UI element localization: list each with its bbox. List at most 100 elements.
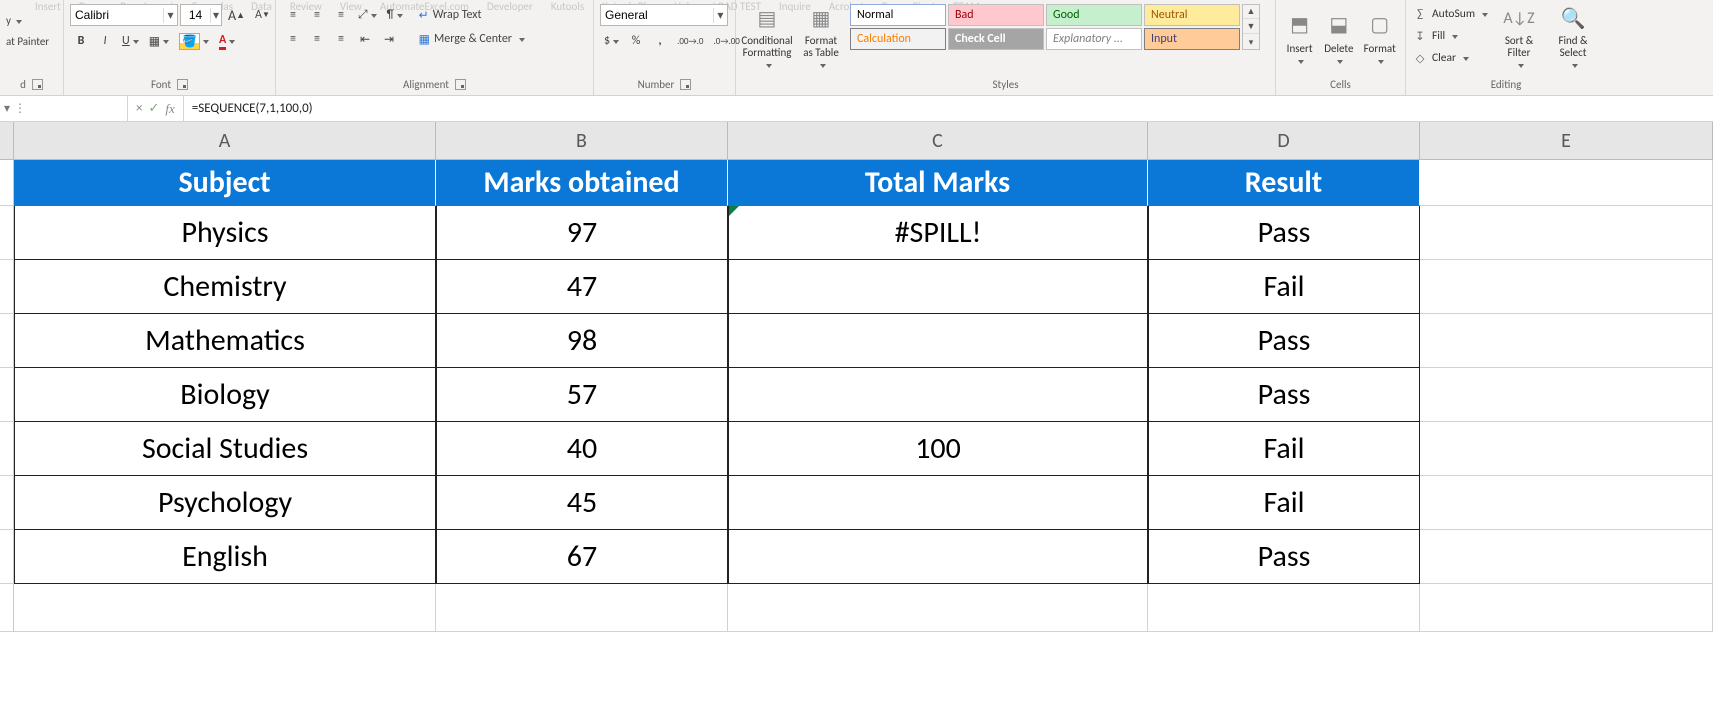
cell-result[interactable]: Fail [1148,260,1420,314]
bold-button[interactable]: B [70,30,92,52]
align-left-icon[interactable]: ≡ [282,28,304,50]
cell-E3[interactable] [1420,260,1713,314]
column-header-E[interactable]: E [1420,122,1713,160]
font-launcher-icon[interactable] [177,79,188,90]
expand-gallery-icon[interactable]: ▾ [1243,35,1259,49]
cell-E6[interactable] [1420,422,1713,476]
cell-total[interactable]: #SPILL! [728,206,1148,260]
cell-E2[interactable] [1420,206,1713,260]
style-cell-calculation[interactable]: Calculation [850,28,946,50]
cell-total[interactable] [728,530,1148,584]
cell-result[interactable]: Pass [1148,314,1420,368]
cell-marks[interactable]: 45 [436,476,728,530]
align-bottom-icon[interactable]: ≡ [330,4,352,26]
styles-more-button[interactable]: ▲ ▼ ▾ [1242,4,1260,50]
currency-button[interactable]: $ [600,30,623,52]
fill-button[interactable]: ↧Fill [1412,26,1488,46]
decrease-font-icon[interactable]: A▼ [251,4,274,26]
fill-color-button[interactable]: 🪣 [175,30,213,52]
cell-total[interactable] [728,476,1148,530]
format-painter[interactable]: at Painter [6,35,49,48]
font-name-combo[interactable]: ▾ [70,4,178,26]
cell-subject[interactable]: English [14,530,436,584]
cell-E1[interactable] [1420,160,1713,206]
chevron-down-icon[interactable]: ▾ [163,8,177,23]
merge-center-button[interactable]: ▦ Merge & Center [415,28,545,50]
table-header-cell[interactable]: Total Marks [728,160,1148,206]
clear-button[interactable]: ◇Clear [1412,48,1488,68]
cell-E5[interactable] [1420,368,1713,422]
cell-marks[interactable]: 40 [436,422,728,476]
find-select-button[interactable]: 🔍 Find & Select [1550,4,1596,74]
cell-subject[interactable]: Social Studies [14,422,436,476]
scroll-up-icon[interactable]: ▲ [1243,5,1259,19]
number-format-input[interactable] [601,8,713,22]
style-cell-check-cell[interactable]: Check Cell [948,28,1044,50]
cell-marks[interactable]: 57 [436,368,728,422]
conditional-formatting-button[interactable]: ▤ Conditional Formatting [742,4,792,74]
cell-total[interactable] [728,260,1148,314]
number-launcher-icon[interactable] [680,79,691,90]
text-direction-icon[interactable]: ¶ [383,4,407,26]
number-format-combo[interactable]: ▾ [600,4,728,26]
style-cell-neutral[interactable]: Neutral [1144,4,1240,26]
alignment-launcher-icon[interactable] [455,79,466,90]
cell-subject[interactable]: Chemistry [14,260,436,314]
cell-subject[interactable]: Psychology [14,476,436,530]
format-cells-button[interactable]: ▢ Format [1360,4,1399,74]
empty-cell[interactable] [728,584,1148,632]
table-header-cell[interactable]: Result [1148,160,1420,206]
autosum-button[interactable]: ∑AutoSum [1412,4,1488,24]
fx-icon[interactable]: fx [165,101,174,117]
name-box[interactable]: ▾ ⋮ [0,96,128,121]
style-cell-normal[interactable]: Normal [850,4,946,26]
font-name-input[interactable] [71,8,163,22]
cell-subject[interactable]: Biology [14,368,436,422]
column-header-C[interactable]: C [728,122,1148,160]
cell-result[interactable]: Pass [1148,530,1420,584]
style-cell-explanatory-[interactable]: Explanatory ... [1046,28,1142,50]
comma-button[interactable]: , [649,30,671,52]
style-cell-input[interactable]: Input [1144,28,1240,50]
cell-styles-gallery[interactable]: NormalBadGoodNeutral CalculationCheck Cel… [850,4,1240,50]
cell-E7[interactable] [1420,476,1713,530]
chevron-down-icon[interactable]: ▾ [210,8,221,23]
empty-cell[interactable] [1420,584,1713,632]
cell-total[interactable] [728,368,1148,422]
cell-result[interactable]: Pass [1148,206,1420,260]
font-size-combo[interactable]: ▾ [180,4,222,26]
cell-result[interactable]: Fail [1148,476,1420,530]
underline-button[interactable]: U [118,30,143,52]
sort-filter-button[interactable]: A↓Z Sort & Filter [1496,4,1542,74]
align-right-icon[interactable]: ≡ [330,28,352,50]
percent-button[interactable]: % [625,30,647,52]
cell-E8[interactable] [1420,530,1713,584]
align-middle-icon[interactable]: ≡ [306,4,328,26]
cell-E4[interactable] [1420,314,1713,368]
select-all-corner[interactable] [0,122,14,160]
wrap-text-button[interactable]: ↵ Wrap Text [415,4,525,26]
align-top-icon[interactable]: ≡ [282,4,304,26]
cell-marks[interactable]: 47 [436,260,728,314]
cell-marks[interactable]: 98 [436,314,728,368]
formula-input[interactable]: =SEQUENCE(7,1,100,0) [184,96,1713,121]
format-as-table-button[interactable]: ▦ Format as Table [796,4,846,74]
chevron-down-icon[interactable]: ▾ [713,8,727,23]
borders-button[interactable]: ▦ [145,30,173,52]
delete-cells-button[interactable]: ⬓ Delete [1321,4,1356,74]
increase-font-icon[interactable]: A▲ [224,4,249,26]
empty-cell[interactable] [436,584,728,632]
cell-result[interactable]: Fail [1148,422,1420,476]
font-size-input[interactable] [181,8,210,22]
column-header-B[interactable]: B [436,122,728,160]
namebox-dropdown-icon[interactable]: ▾ [4,101,10,116]
table-header-cell[interactable]: Marks obtained [436,160,728,206]
column-header-A[interactable]: A [14,122,436,160]
cell-result[interactable]: Pass [1148,368,1420,422]
style-cell-good[interactable]: Good [1046,4,1142,26]
column-header-D[interactable]: D [1148,122,1420,160]
increase-decimal-icon[interactable]: .00→.0 [673,30,707,52]
style-cell-bad[interactable]: Bad [948,4,1044,26]
cell-total[interactable]: 100 [728,422,1148,476]
empty-cell[interactable] [1148,584,1420,632]
